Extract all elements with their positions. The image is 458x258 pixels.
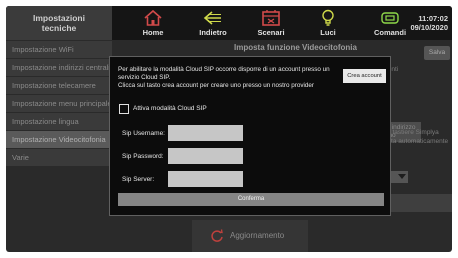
menu-item-main-menu[interactable]: Impostazione menu principale — [6, 95, 112, 112]
scenes-icon — [262, 10, 280, 26]
sip-server-input[interactable] — [168, 171, 243, 187]
home-icon — [144, 9, 162, 26]
menu-item-language[interactable]: Impostazione lingua — [6, 113, 112, 130]
dialog-message-line2: servizio Cloud SIP. — [118, 74, 171, 81]
dialog-message-line1: Per abilitare la modalità Cloud SIP occo… — [118, 66, 330, 73]
nav-home-button[interactable]: Home — [123, 6, 183, 40]
clock-time: 11:07:02 — [418, 14, 448, 23]
sip-server-label: Sip Server: — [122, 176, 155, 183]
dialog-message-line3: Clicca sul tasto crea account per creare… — [118, 82, 315, 89]
sip-username-input[interactable] — [168, 125, 243, 141]
section-title: Impostazioni tecniche — [6, 6, 112, 40]
section-title-line1: Impostazioni — [33, 13, 85, 23]
nav-scenes-label: Scenari — [257, 28, 285, 37]
back-arrow-icon — [203, 11, 221, 25]
app-screen: Impostazioni tecniche Home Indietro Scen… — [6, 6, 452, 252]
create-account-button[interactable]: Crea account — [343, 69, 386, 83]
update-label: Aggiornamento — [230, 231, 285, 240]
menu-item-misc[interactable]: Varie — [6, 149, 112, 166]
chevron-down-icon — [398, 174, 406, 179]
sip-password-input[interactable] — [168, 148, 243, 164]
refresh-icon — [211, 229, 223, 242]
remote-control-icon — [381, 12, 399, 24]
enable-cloud-sip-label: Attiva modalità Cloud SIP — [133, 105, 207, 112]
menu-item-wifi[interactable]: Impostazione WiFi — [6, 41, 112, 58]
nav-back-button[interactable]: Indietro — [183, 6, 243, 40]
menu-item-addresses[interactable]: Impostazione indirizzi centralina — [6, 59, 112, 76]
menu-item-video-intercom[interactable]: Impostazione Videocitofonia — [6, 131, 112, 148]
clock: 11:07:02 09/10/2020 — [410, 14, 448, 32]
background-text: si tastiere Simplya — [386, 129, 439, 136]
sip-password-label: Sip Password: — [122, 153, 164, 160]
clock-date: 09/10/2020 — [410, 23, 448, 32]
nav-home-label: Home — [142, 28, 164, 37]
save-button[interactable]: Salva — [424, 46, 450, 60]
nav-back-label: Indietro — [199, 28, 227, 37]
update-button[interactable]: Aggiornamento — [192, 220, 308, 252]
sip-username-label: Sip Username: — [122, 130, 165, 137]
cloud-sip-dialog: Per abilitare la modalità Cloud SIP occo… — [109, 56, 391, 216]
nav-lights-label: Luci — [320, 28, 336, 37]
panel-title: Imposta funzione Videocitofonia — [234, 43, 357, 52]
top-bar: Impostazioni tecniche Home Indietro Scen… — [6, 6, 452, 40]
confirm-button[interactable]: Conferma — [118, 193, 384, 206]
menu-item-cameras[interactable]: Impostazione telecamere — [6, 77, 112, 94]
nav-lights-button[interactable]: Luci — [298, 6, 358, 40]
dialog-message: Per abilitare la modalità Cloud SIP occo… — [118, 66, 342, 90]
background-text: inta automaticamente — [386, 138, 449, 145]
enable-cloud-sip-checkbox[interactable] — [119, 104, 129, 114]
nav-scenes-button[interactable]: Scenari — [241, 6, 301, 40]
section-title-line2: tecniche — [41, 23, 77, 33]
light-bulb-icon — [322, 9, 334, 26]
